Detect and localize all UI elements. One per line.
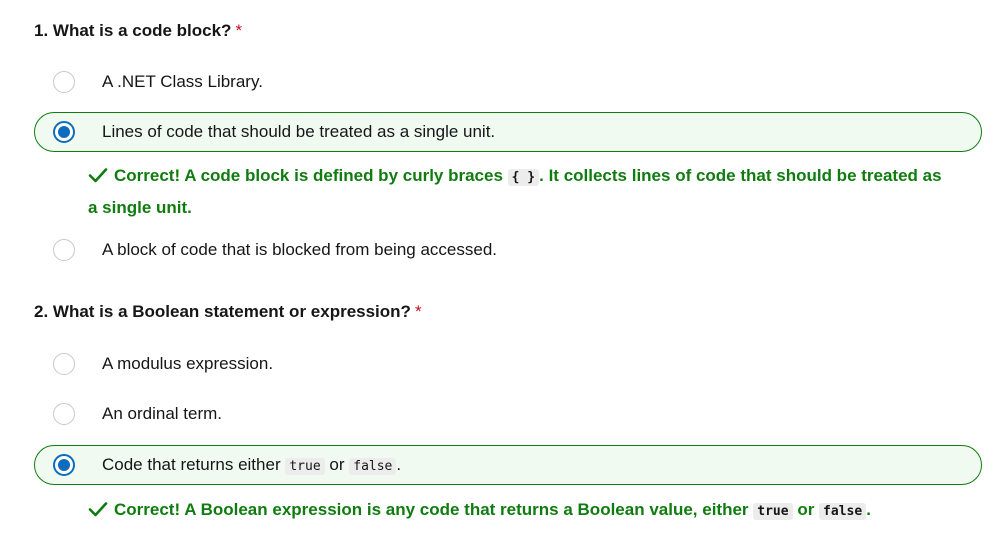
feedback-text: Correct! A Boolean expression is any cod…	[114, 500, 749, 519]
inline-code-true: true	[753, 503, 793, 520]
q1-feedback-correct: Correct! A code block is defined by curl…	[88, 161, 948, 223]
inline-code-false: false	[819, 503, 867, 520]
q1-option-c[interactable]: A block of code that is blocked from bei…	[34, 230, 982, 270]
feedback-text: Correct! A code block is defined by curl…	[114, 166, 503, 185]
inline-code-true: true	[285, 458, 325, 475]
radio-dot	[58, 459, 70, 471]
option-label: An ordinal term.	[102, 404, 222, 423]
radio-dot	[58, 126, 70, 138]
option-label: A .NET Class Library.	[102, 72, 263, 91]
inline-code-false: false	[349, 458, 397, 475]
radio-button-unselected[interactable]	[53, 353, 75, 375]
radio-button-unselected[interactable]	[53, 71, 75, 93]
feedback-text-or: or	[797, 500, 815, 519]
option-label: A block of code that is blocked from bei…	[102, 240, 498, 259]
required-asterisk: *	[414, 302, 422, 321]
question-2-text: 2. What is a Boolean statement or expres…	[34, 302, 411, 321]
q2-option-c[interactable]: Code that returns either true or false.	[34, 445, 982, 485]
required-asterisk: *	[235, 21, 243, 40]
option-text: Code that returns either	[102, 455, 281, 474]
option-label: A modulus expression.	[102, 354, 274, 373]
option-label: Code that returns either true or false.	[102, 455, 401, 475]
feedback-text-end: .	[866, 500, 871, 519]
question-2-title: 2. What is a Boolean statement or expres…	[34, 302, 422, 322]
radio-button-unselected[interactable]	[53, 239, 75, 261]
q2-feedback-correct: Correct! A Boolean expression is any cod…	[88, 495, 948, 527]
option-text-or: or	[329, 455, 345, 474]
question-1-text: 1. What is a code block?	[34, 21, 232, 40]
checkmark-icon	[88, 502, 108, 517]
inline-code: { }	[507, 169, 540, 186]
radio-button-selected[interactable]	[53, 454, 75, 476]
radio-button-unselected[interactable]	[53, 403, 75, 425]
radio-button-selected[interactable]	[53, 121, 75, 143]
checkmark-icon	[88, 168, 108, 183]
q1-option-a[interactable]: A .NET Class Library.	[34, 62, 982, 102]
q1-option-b[interactable]: Lines of code that should be treated as …	[34, 112, 982, 152]
q2-option-b[interactable]: An ordinal term.	[34, 394, 982, 434]
option-text-end: .	[396, 455, 402, 474]
q2-option-a[interactable]: A modulus expression.	[34, 344, 982, 384]
question-1-title: 1. What is a code block? *	[34, 21, 242, 41]
option-label: Lines of code that should be treated as …	[102, 122, 496, 141]
